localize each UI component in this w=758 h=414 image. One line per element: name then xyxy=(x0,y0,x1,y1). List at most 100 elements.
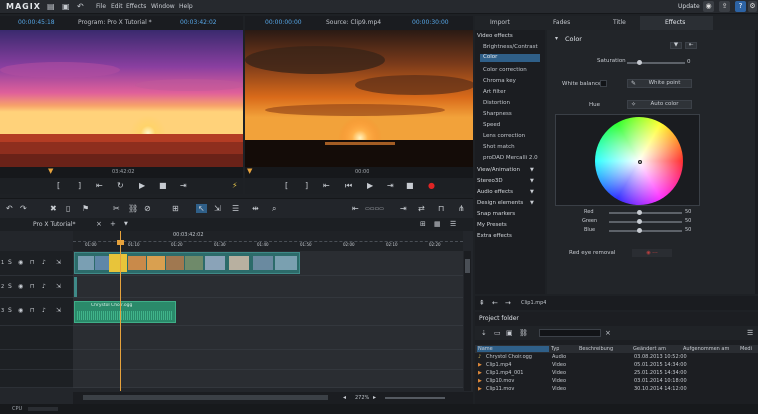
source-frame-back-button[interactable]: ⏮ xyxy=(345,181,352,191)
empty-track-4[interactable] xyxy=(73,326,463,350)
saturation-value[interactable]: 0 xyxy=(687,59,691,65)
file-row[interactable]: ▶ Clip11.mov Video 30.10.2014 14:12:00 xyxy=(476,386,758,393)
tab-fades[interactable]: Fades xyxy=(553,19,570,26)
tracks-view-icon[interactable]: ☰ xyxy=(450,220,456,228)
nav-shot-match[interactable]: Shot match xyxy=(483,144,515,150)
white-balance-checkbox[interactable] xyxy=(600,80,607,87)
menu-window[interactable]: Window xyxy=(151,3,175,10)
nav-snap-markers[interactable]: Snap markers xyxy=(477,211,515,217)
track-solo-icon[interactable]: S xyxy=(8,307,12,314)
blue-value[interactable]: 50 xyxy=(685,227,691,233)
tab-effects[interactable]: Effects xyxy=(665,19,685,26)
auto-color-button[interactable]: ✧ Auto color xyxy=(627,100,692,109)
white-point-button[interactable]: ✎ White point xyxy=(627,79,692,88)
project-tab[interactable]: Pro X Tutorial* xyxy=(33,221,76,228)
green-value[interactable]: 50 xyxy=(685,218,691,224)
mark-in-button[interactable]: [ xyxy=(57,181,60,190)
file-row[interactable]: ▶ Clip10.mov Video 03.01.2014 10:18:00 xyxy=(476,378,758,385)
menu-effects[interactable]: Effects xyxy=(126,3,146,10)
program-video-frame[interactable] xyxy=(0,30,243,167)
track-volume-icon[interactable]: ♪ xyxy=(42,259,46,266)
collapse-icon[interactable]: ▾ xyxy=(555,35,558,42)
track-solo-icon[interactable]: S xyxy=(8,259,12,266)
green-knob[interactable] xyxy=(637,219,642,224)
nav-distortion[interactable]: Distortion xyxy=(483,100,510,106)
next-cut-icon[interactable]: ⇥ xyxy=(400,204,407,213)
undo-icon[interactable]: ↶ xyxy=(77,2,87,12)
track-lock-icon[interactable]: ⊓ xyxy=(30,259,35,266)
folder-icon[interactable]: ▭ xyxy=(494,329,501,337)
add-tab-icon[interactable]: + xyxy=(110,220,116,228)
tab-import[interactable]: Import xyxy=(490,19,510,26)
settings-icon[interactable]: ⚙ xyxy=(748,1,757,12)
range-mode-icon[interactable]: ⇲ xyxy=(214,204,221,213)
track-eye-icon[interactable]: ◉ xyxy=(18,259,23,266)
save-folder-icon[interactable]: ▣ xyxy=(506,329,513,337)
reset-button[interactable]: ⇤ xyxy=(685,42,697,49)
delete-icon[interactable]: ✖ xyxy=(50,204,57,213)
file-row[interactable]: ▶ Clip1.mp4 Video 05.01.2015 14:34:00 xyxy=(476,362,758,369)
nav-brightness-contrast[interactable]: Brightness/Contrast xyxy=(483,44,538,50)
link-media-icon[interactable]: ⛓ xyxy=(519,329,528,337)
red-knob[interactable] xyxy=(637,210,642,215)
snap-options-icon[interactable]: ▭▭▭▭ xyxy=(365,206,384,212)
zoom-level[interactable]: 272% xyxy=(355,395,369,401)
nav-extra-effects[interactable]: Extra effects xyxy=(477,233,512,239)
nav-chroma-key[interactable]: Chroma key xyxy=(483,78,516,84)
blue-knob[interactable] xyxy=(637,228,642,233)
forward-icon[interactable]: → xyxy=(505,299,511,307)
audio-clip[interactable]: Chrystol Choir.ogg xyxy=(74,301,176,323)
save-icon[interactable]: ▣ xyxy=(62,2,72,12)
render-icon[interactable]: ⚡ xyxy=(232,181,238,190)
color-wheel-area[interactable] xyxy=(555,114,700,206)
col-description[interactable]: Beschreibung xyxy=(579,346,613,352)
loop-button[interactable]: ↻ xyxy=(117,181,124,190)
link-icon[interactable]: ⛓ xyxy=(128,204,138,213)
breadcrumb-path[interactable]: Clip1.mp4 xyxy=(521,300,546,306)
nav-design-elements[interactable]: Design elements xyxy=(477,200,523,206)
timeline-vscroll-thumb[interactable] xyxy=(465,259,470,273)
cut-icon[interactable]: ✂ xyxy=(113,204,120,213)
program-playhead-marker[interactable]: ▼ xyxy=(48,167,53,175)
paste-icon[interactable]: ▯ xyxy=(66,204,70,213)
track-volume-icon[interactable]: ♪ xyxy=(42,307,46,314)
color-wheel[interactable] xyxy=(595,117,683,205)
saturation-knob[interactable] xyxy=(637,60,642,65)
track-eye-icon[interactable]: ◉ xyxy=(18,283,23,290)
preset-dropdown[interactable]: ▼ xyxy=(670,42,682,49)
col-media[interactable]: Medi xyxy=(740,346,752,352)
zoom-out-icon[interactable]: ◂ xyxy=(343,394,346,401)
stop-button[interactable]: ■ xyxy=(159,181,167,190)
source-playhead-marker[interactable]: ▼ xyxy=(247,167,252,175)
nav-art-filter[interactable]: Art filter xyxy=(483,89,506,95)
track-lock-icon[interactable]: ⊓ xyxy=(30,283,35,290)
playhead-tool-icon[interactable]: ⇤ xyxy=(352,204,359,213)
nav-stereo3d[interactable]: Stereo3D xyxy=(477,178,503,184)
storyboard-icon[interactable]: ▦ xyxy=(434,220,441,228)
video-track-2[interactable] xyxy=(73,276,463,298)
timeline-ruler[interactable]: 00:03:42:02 01:00 01:10 01:20 01:30 01:4… xyxy=(73,231,463,251)
marker-icon[interactable]: ⚑ xyxy=(82,204,89,213)
project-tab-close-icon[interactable]: × xyxy=(96,220,102,228)
menu-edit[interactable]: Edit xyxy=(111,3,123,10)
new-file-icon[interactable]: ▤ xyxy=(47,2,57,12)
source-mark-out-button[interactable]: ] xyxy=(305,181,308,190)
search-clear-icon[interactable]: × xyxy=(605,329,611,337)
redo-button[interactable]: ↷ xyxy=(20,204,27,213)
nav-view-animation[interactable]: View/Animation xyxy=(477,167,520,173)
red-value[interactable]: 50 xyxy=(685,209,691,215)
next-marker-button[interactable]: ⇥ xyxy=(180,181,187,190)
red-eye-toggle[interactable]: ◉ --- xyxy=(632,249,672,257)
blue-slider[interactable] xyxy=(609,230,682,232)
import-icon[interactable]: ⇣ xyxy=(481,329,487,337)
track-volume-icon[interactable]: ♪ xyxy=(42,283,46,290)
nav-audio-effects[interactable]: Audio effects xyxy=(477,189,513,195)
zoom-in-icon[interactable]: ▸ xyxy=(373,394,376,401)
snap-icon[interactable]: ⊓ xyxy=(438,204,444,213)
saturation-slider[interactable] xyxy=(627,62,685,64)
record-button[interactable]: ● xyxy=(428,181,435,190)
nav-color-correction[interactable]: Color correction xyxy=(483,67,527,73)
tab-menu-chevron-icon[interactable]: ▼ xyxy=(124,221,128,227)
source-position-bar[interactable]: ▼ 00:00 xyxy=(245,167,473,178)
multi-select-icon[interactable]: ☰ xyxy=(232,204,239,213)
